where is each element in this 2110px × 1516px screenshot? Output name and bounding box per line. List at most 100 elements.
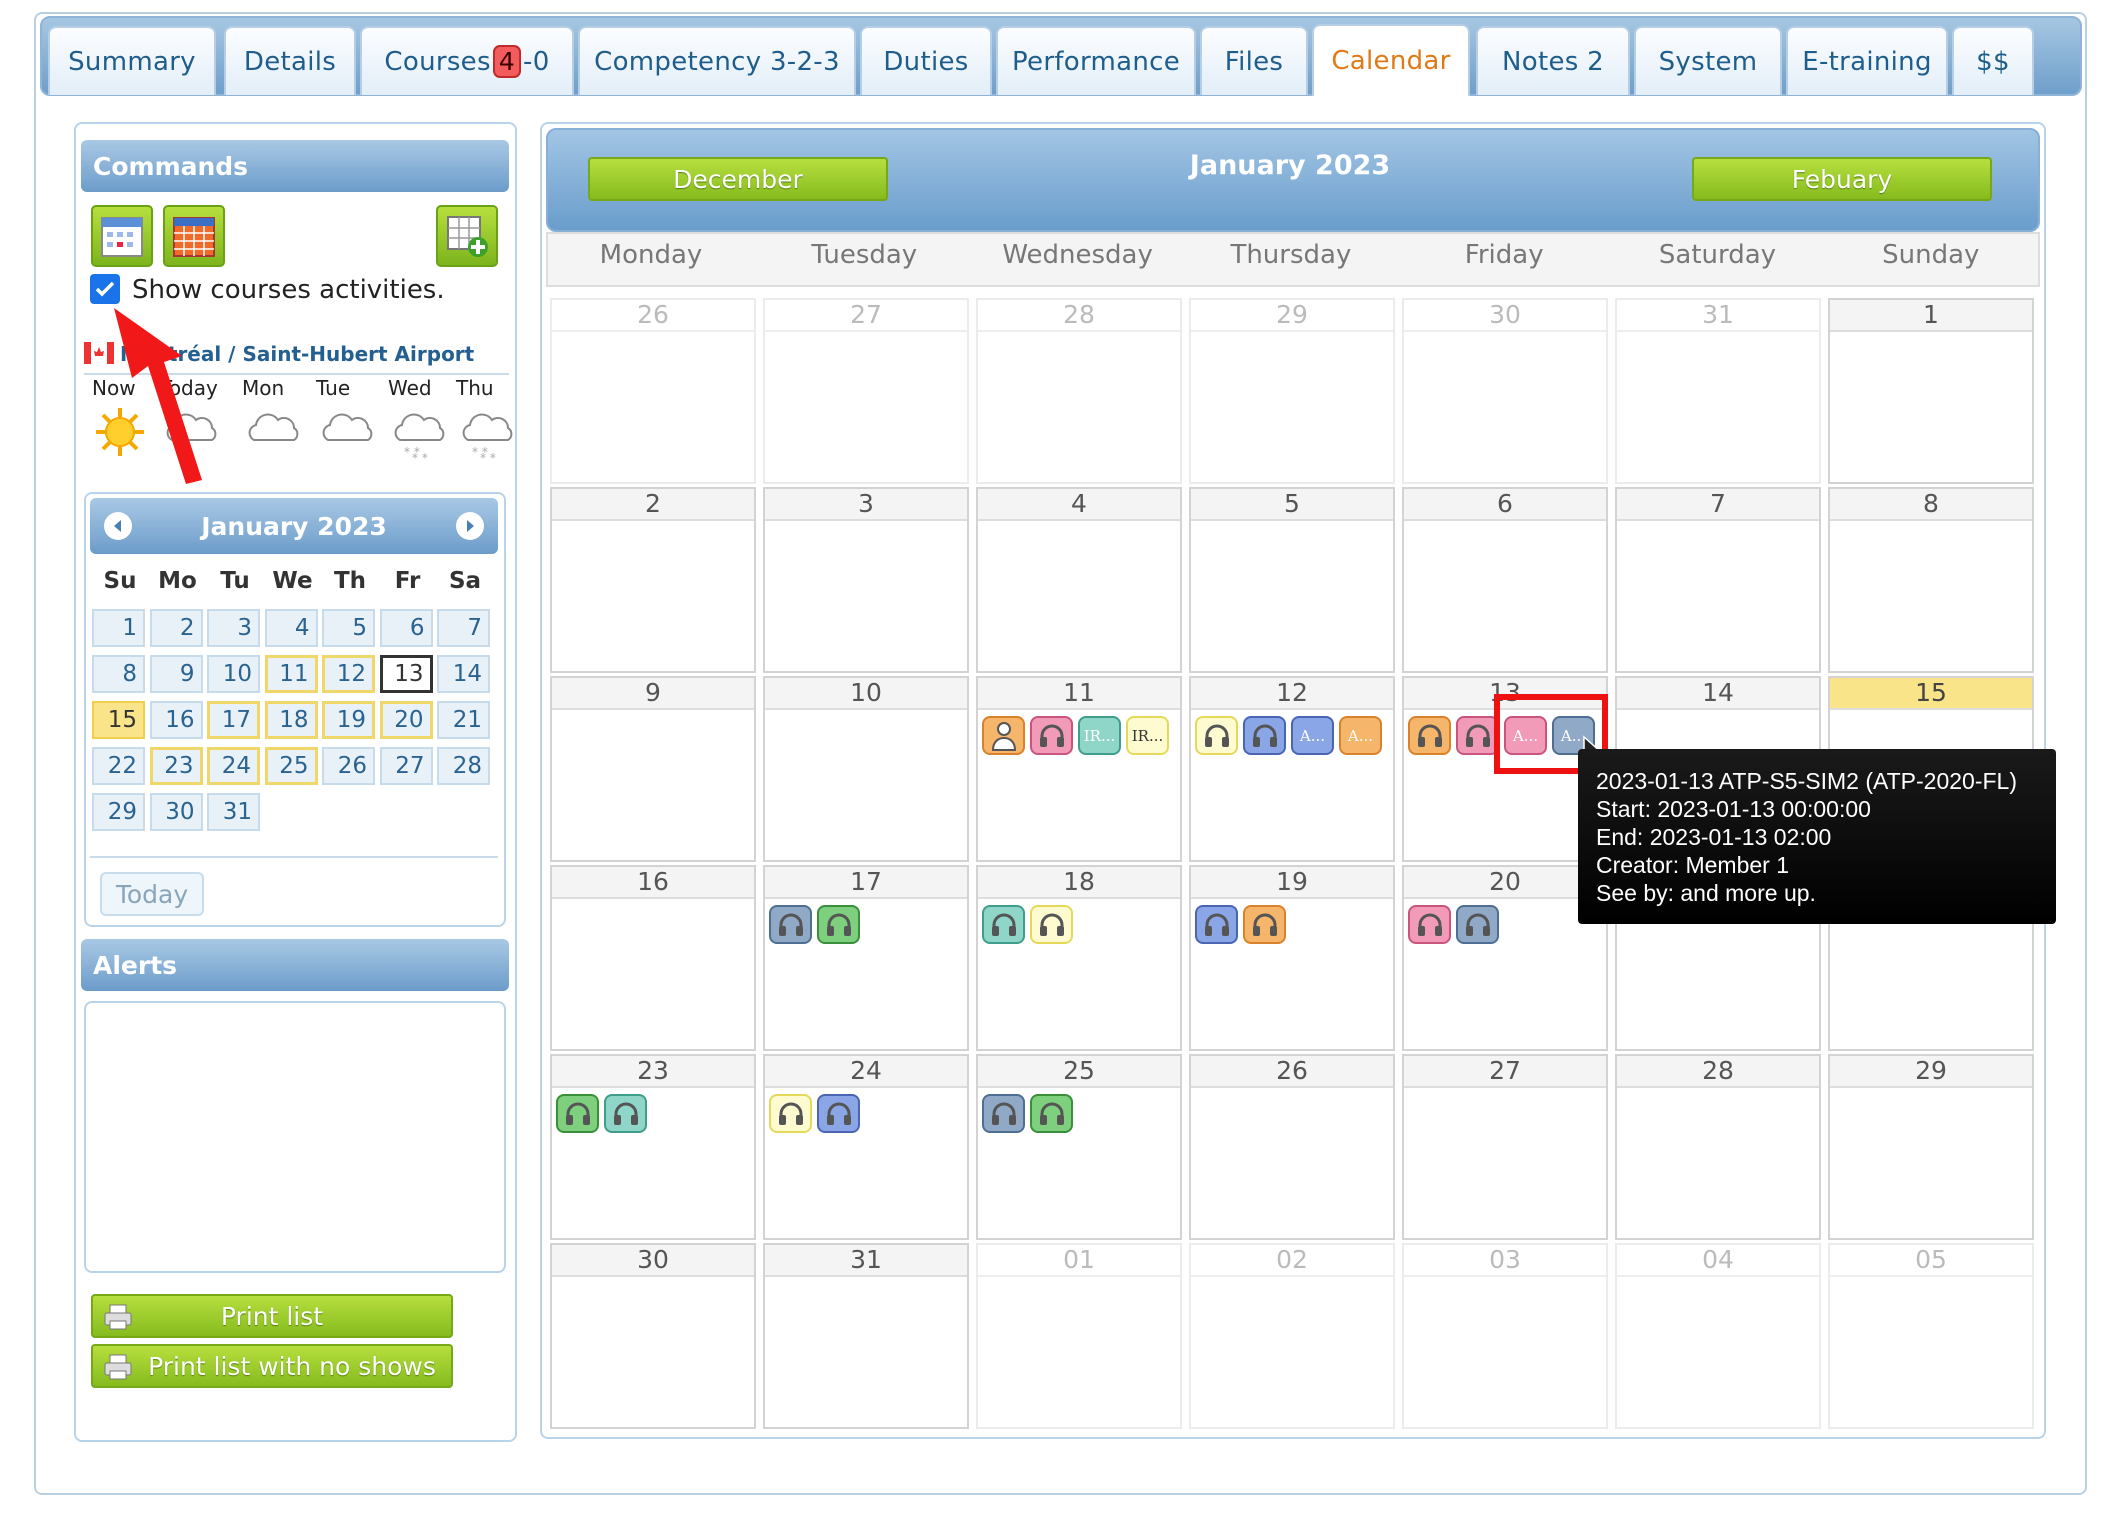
tab-e-training[interactable]: E-training	[1786, 26, 1948, 95]
mini-day[interactable]: 1	[92, 609, 145, 647]
mini-day[interactable]: 27	[379, 747, 433, 785]
day-cell[interactable]: 19	[1189, 865, 1395, 1051]
tab-notes-2[interactable]: Notes 2	[1476, 26, 1630, 95]
course-event-chip[interactable]	[1030, 716, 1073, 755]
tab-courses[interactable]: Courses 4 -0	[360, 26, 574, 95]
day-cell[interactable]: 05	[1828, 1243, 2034, 1429]
mini-day[interactable]: 18	[264, 701, 318, 739]
mini-day[interactable]: 7	[437, 609, 490, 647]
course-event-chip[interactable]	[1456, 716, 1499, 755]
next-month-button[interactable]: Febuary	[1692, 157, 1992, 201]
day-cell[interactable]: 23	[550, 1054, 756, 1240]
day-cell[interactable]: 28	[1615, 1054, 1821, 1240]
course-event-chip[interactable]	[1030, 905, 1073, 944]
day-cell[interactable]: 27	[763, 298, 969, 484]
course-event-chip[interactable]	[769, 905, 812, 944]
course-event-chip[interactable]	[982, 905, 1025, 944]
tab-summary[interactable]: Summary	[48, 26, 216, 95]
mini-day[interactable]: 15	[92, 701, 145, 739]
mini-day[interactable]: 28	[437, 747, 490, 785]
course-event-chip[interactable]	[1456, 905, 1499, 944]
mini-day[interactable]: 3	[207, 609, 260, 647]
calendar-view-button[interactable]	[91, 205, 153, 267]
course-event-chip[interactable]	[1195, 905, 1238, 944]
day-cell[interactable]: 01	[976, 1243, 1182, 1429]
mini-day[interactable]: 8	[92, 655, 145, 693]
mini-day[interactable]: 22	[92, 747, 145, 785]
day-cell[interactable]: 6	[1402, 487, 1608, 673]
course-event-chip[interactable]	[604, 1094, 647, 1133]
mini-day[interactable]: 31	[207, 793, 260, 831]
mini-day[interactable]: 13	[379, 655, 433, 693]
day-cell[interactable]: 4	[976, 487, 1182, 673]
course-event-chip[interactable]	[1243, 716, 1286, 755]
day-cell[interactable]: 11 IR... IR...	[976, 676, 1182, 862]
mini-day[interactable]: 9	[149, 655, 203, 693]
day-cell[interactable]: 26	[1189, 1054, 1395, 1240]
mini-day[interactable]: 6	[379, 609, 433, 647]
prev-month-button[interactable]: December	[588, 157, 888, 201]
tab-details[interactable]: Details	[224, 26, 356, 95]
mini-day[interactable]: 14	[437, 655, 490, 693]
day-cell[interactable]: 29	[1189, 298, 1395, 484]
mini-day[interactable]: 26	[322, 747, 375, 785]
mini-day[interactable]: 16	[149, 701, 203, 739]
day-cell[interactable]: 9	[550, 676, 756, 862]
mini-day[interactable]: 10	[207, 655, 260, 693]
day-cell[interactable]: 29	[1828, 1054, 2034, 1240]
mini-day[interactable]: 17	[207, 701, 260, 739]
mini-day[interactable]: 23	[149, 747, 203, 785]
course-event-chip[interactable]	[1408, 716, 1451, 755]
course-event-chip[interactable]	[1030, 1094, 1073, 1133]
day-cell[interactable]: 16	[550, 865, 756, 1051]
day-cell[interactable]: 7	[1615, 487, 1821, 673]
day-cell[interactable]: 27	[1402, 1054, 1608, 1240]
tab-competency-3-2-3[interactable]: Competency 3-2-3	[578, 26, 856, 95]
month-view-button[interactable]	[163, 205, 225, 267]
day-cell[interactable]: 31	[1615, 298, 1821, 484]
add-event-button[interactable]	[436, 205, 498, 267]
day-cell[interactable]: 2	[550, 487, 756, 673]
mini-day[interactable]: 11	[264, 655, 318, 693]
today-button[interactable]: Today	[100, 872, 204, 916]
course-event-chip[interactable]	[1195, 716, 1238, 755]
mini-day[interactable]: 12	[322, 655, 375, 693]
day-cell[interactable]: 30	[1402, 298, 1608, 484]
mini-day[interactable]: 29	[92, 793, 145, 831]
tab-system[interactable]: System	[1634, 26, 1782, 95]
course-event-chip[interactable]	[817, 1094, 860, 1133]
day-cell[interactable]: 17	[763, 865, 969, 1051]
day-cell[interactable]: 25	[976, 1054, 1182, 1240]
day-cell[interactable]: 5	[1189, 487, 1395, 673]
course-event-chip[interactable]	[556, 1094, 599, 1133]
person-event-chip[interactable]	[982, 716, 1025, 755]
mini-day[interactable]: 25	[264, 747, 318, 785]
mini-day[interactable]: 30	[149, 793, 203, 831]
day-cell[interactable]: 04	[1615, 1243, 1821, 1429]
tab-files[interactable]: Files	[1200, 26, 1308, 95]
mini-day[interactable]: 21	[437, 701, 490, 739]
mini-prev-month-button[interactable]	[104, 512, 132, 540]
event-chip[interactable]: A...	[1291, 716, 1334, 755]
mini-day[interactable]: 5	[322, 609, 375, 647]
course-event-chip[interactable]	[1243, 905, 1286, 944]
day-cell[interactable]: 3	[763, 487, 969, 673]
day-cell[interactable]: 03	[1402, 1243, 1608, 1429]
tab-billing[interactable]: $$	[1952, 26, 2034, 95]
day-cell[interactable]: 02	[1189, 1243, 1395, 1429]
event-chip[interactable]: IR...	[1078, 716, 1121, 755]
tab-duties[interactable]: Duties	[860, 26, 992, 95]
print-list-button[interactable]: Print list	[91, 1294, 453, 1338]
tab-performance[interactable]: Performance	[996, 26, 1196, 95]
day-cell[interactable]: 26	[550, 298, 756, 484]
day-cell[interactable]: 10	[763, 676, 969, 862]
day-cell[interactable]: 24	[763, 1054, 969, 1240]
tab-calendar[interactable]: Calendar	[1312, 24, 1470, 96]
day-cell[interactable]: 12 A... A...	[1189, 676, 1395, 862]
mini-day[interactable]: 20	[379, 701, 433, 739]
mini-day[interactable]: 19	[322, 701, 375, 739]
day-cell[interactable]: 28	[976, 298, 1182, 484]
day-cell[interactable]: 18	[976, 865, 1182, 1051]
course-event-chip[interactable]	[982, 1094, 1025, 1133]
course-event-chip[interactable]	[817, 905, 860, 944]
